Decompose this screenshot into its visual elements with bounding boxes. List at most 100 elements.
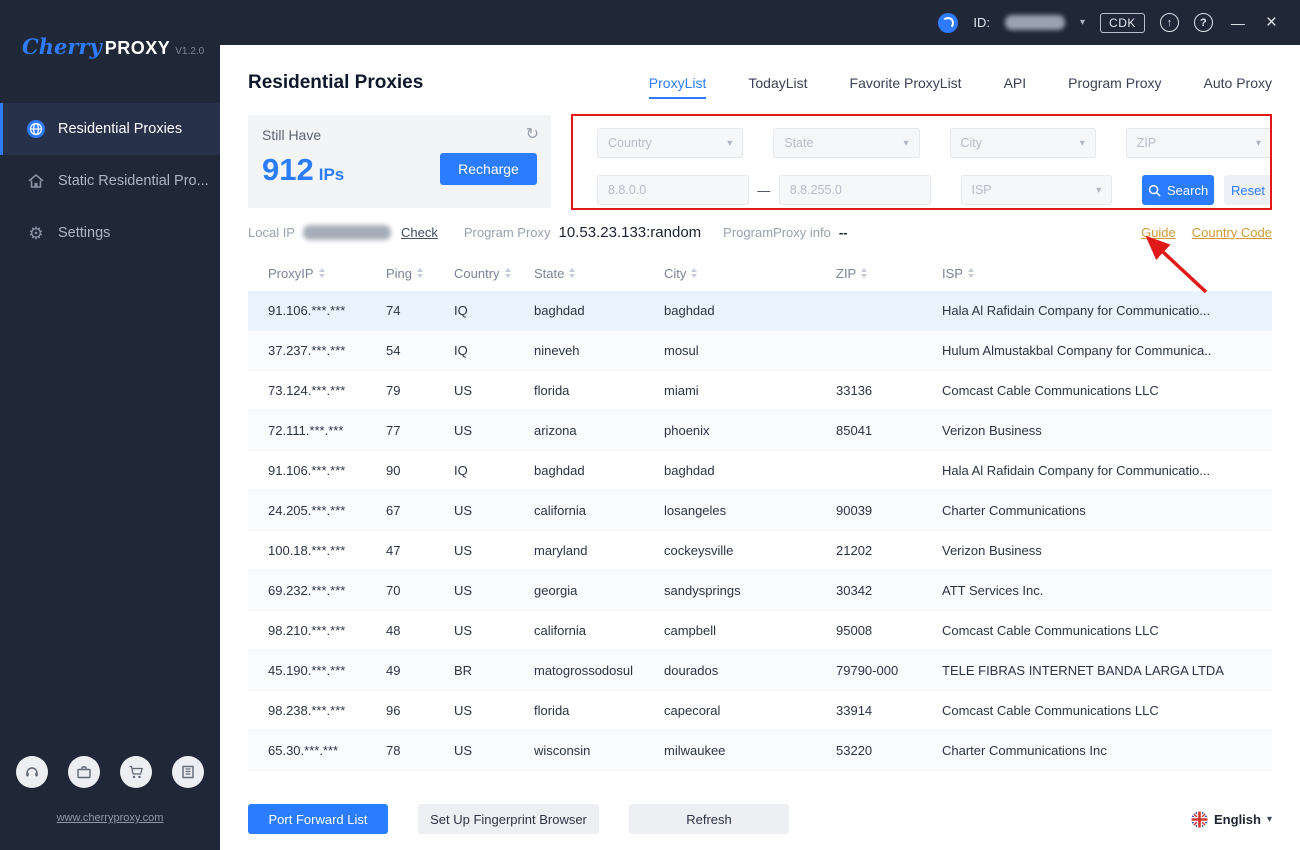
update-icon[interactable]: ↑ — [1160, 13, 1179, 32]
local-ip-redacted — [303, 225, 391, 240]
cell-isp: Charter Communications Inc — [942, 743, 1272, 758]
column-header[interactable]: State — [534, 266, 664, 281]
sort-icon[interactable] — [861, 268, 867, 278]
sort-icon[interactable] — [319, 268, 325, 278]
sidebar-item-residential-proxies[interactable]: Residential Proxies — [0, 103, 220, 155]
table-row[interactable]: 98.210.***.*** 48 US california campbell… — [248, 611, 1272, 651]
cell-state: wisconsin — [534, 743, 664, 758]
city-select-placeholder: City — [961, 136, 983, 150]
column-header[interactable]: ZIP — [836, 266, 942, 281]
tab[interactable]: TodayList — [748, 69, 807, 97]
close-button[interactable]: × — [1263, 13, 1280, 32]
cdk-button[interactable]: CDK — [1100, 13, 1145, 33]
ip-range-start-input[interactable] — [608, 183, 738, 197]
country-code-link[interactable]: Country Code — [1192, 225, 1272, 240]
tab[interactable]: Favorite ProxyList — [850, 69, 962, 97]
cell-city: miami — [664, 383, 836, 398]
ip-range-end-input[interactable] — [790, 183, 920, 197]
footer-bar: Port Forward List Set Up Fingerprint Bro… — [220, 788, 1300, 850]
column-header[interactable]: Country — [454, 266, 534, 281]
tab[interactable]: Auto Proxy — [1204, 69, 1272, 97]
table-row[interactable]: 73.124.***.*** 79 US florida miami 33136… — [248, 371, 1272, 411]
isp-select[interactable]: ISP ▾ — [961, 175, 1113, 205]
table-row[interactable]: 91.106.***.*** 74 IQ baghdad baghdad Hal… — [248, 291, 1272, 331]
refresh-button[interactable]: Refresh — [629, 804, 789, 834]
cell-state: florida — [534, 703, 664, 718]
cell-ping: 77 — [386, 423, 454, 438]
cell-zip: 85041 — [836, 423, 942, 438]
table-row[interactable]: 45.190.***.*** 49 BR matogrossodosul dou… — [248, 651, 1272, 691]
tab-label: Auto Proxy — [1204, 75, 1272, 91]
search-button-label: Search — [1167, 183, 1208, 198]
sort-icon[interactable] — [968, 268, 974, 278]
table-row[interactable]: 37.237.***.*** 54 IQ nineveh mosul Hulum… — [248, 331, 1272, 371]
fingerprint-browser-button[interactable]: Set Up Fingerprint Browser — [418, 804, 599, 834]
column-header[interactable]: Ping — [386, 266, 454, 281]
tab[interactable]: ProxyList — [649, 69, 707, 97]
table-row[interactable]: 100.18.***.*** 47 US maryland cockeysvil… — [248, 531, 1272, 571]
table-row[interactable]: 98.238.***.*** 96 US florida capecoral 3… — [248, 691, 1272, 731]
sidebar-nav: Residential Proxies Static Residential P… — [0, 103, 220, 259]
port-forward-list-button[interactable]: Port Forward List — [248, 804, 388, 834]
sort-icon[interactable] — [505, 268, 511, 278]
chevron-down-icon: ▾ — [1096, 185, 1101, 196]
cell-ping: 74 — [386, 303, 454, 318]
cell-zip: 33914 — [836, 703, 942, 718]
tab[interactable]: Program Proxy — [1068, 69, 1161, 97]
program-proxy-info-value: -- — [839, 225, 848, 240]
city-select[interactable]: City ▾ — [950, 128, 1096, 158]
guide-link[interactable]: Guide — [1141, 225, 1176, 240]
support-icon[interactable] — [16, 756, 48, 788]
sort-icon[interactable] — [691, 268, 697, 278]
check-link[interactable]: Check — [401, 225, 438, 240]
zip-select-placeholder: ZIP — [1137, 136, 1156, 150]
help-icon[interactable]: ? — [1194, 13, 1213, 32]
search-button[interactable]: Search — [1142, 175, 1214, 205]
cell-proxyip: 37.237.***.*** — [268, 343, 386, 358]
ip-count: 912 — [262, 152, 314, 187]
account-avatar-icon[interactable] — [938, 13, 958, 33]
table-row[interactable]: 24.205.***.*** 67 US california losangel… — [248, 491, 1272, 531]
language-selector[interactable]: English ▾ — [1191, 811, 1272, 828]
column-header[interactable]: ProxyIP — [268, 266, 386, 281]
refresh-icon[interactable]: ↻ — [526, 124, 539, 144]
tab[interactable]: API — [1004, 69, 1027, 97]
top-panel: Still Have ↻ 912IPs Recharge Country ▾ — [248, 115, 1272, 208]
column-label: City — [664, 266, 686, 281]
chevron-down-icon: ▾ — [1256, 138, 1261, 149]
building-icon[interactable] — [172, 756, 204, 788]
business-icon[interactable] — [68, 756, 100, 788]
table-row[interactable]: 72.111.***.*** 77 US arizona phoenix 850… — [248, 411, 1272, 451]
main-content: Residential Proxies ProxyListTodayListFa… — [220, 45, 1300, 850]
local-ip-label: Local IP — [248, 225, 295, 240]
search-icon — [1148, 184, 1161, 197]
column-header[interactable]: ISP — [942, 266, 1272, 281]
chevron-down-icon[interactable]: ▾ — [1080, 17, 1085, 28]
minimize-button[interactable]: — — [1228, 15, 1248, 31]
sidebar-item-static-residential[interactable]: Static Residential Pro... — [0, 155, 220, 207]
table-row[interactable]: 69.232.***.*** 70 US georgia sandyspring… — [248, 571, 1272, 611]
cell-country: IQ — [454, 303, 534, 318]
cell-country: US — [454, 503, 534, 518]
table-row[interactable]: 91.106.***.*** 90 IQ baghdad baghdad Hal… — [248, 451, 1272, 491]
cart-icon[interactable] — [120, 756, 152, 788]
ip-unit: IPs — [319, 165, 345, 184]
program-proxy-info-label: ProgramProxy info — [723, 225, 831, 240]
cell-proxyip: 73.124.***.*** — [268, 383, 386, 398]
country-select[interactable]: Country ▾ — [597, 128, 743, 158]
sort-icon[interactable] — [569, 268, 575, 278]
balance-card: Still Have ↻ 912IPs Recharge — [248, 115, 551, 208]
table-row[interactable]: 65.30.***.*** 78 US wisconsin milwaukee … — [248, 731, 1272, 771]
column-label: ZIP — [836, 266, 856, 281]
cell-zip: 21202 — [836, 543, 942, 558]
sort-icon[interactable] — [417, 268, 423, 278]
sidebar-item-settings[interactable]: ⚙ Settings — [0, 207, 220, 259]
column-header[interactable]: City — [664, 266, 836, 281]
recharge-button[interactable]: Recharge — [440, 153, 537, 185]
zip-select[interactable]: ZIP ▾ — [1126, 128, 1272, 158]
state-select[interactable]: State ▾ — [773, 128, 919, 158]
cell-state: arizona — [534, 423, 664, 438]
cell-state: matogrossodosul — [534, 663, 664, 678]
reset-button[interactable]: Reset — [1224, 175, 1272, 205]
website-link[interactable]: www.cherryproxy.com — [0, 812, 220, 824]
